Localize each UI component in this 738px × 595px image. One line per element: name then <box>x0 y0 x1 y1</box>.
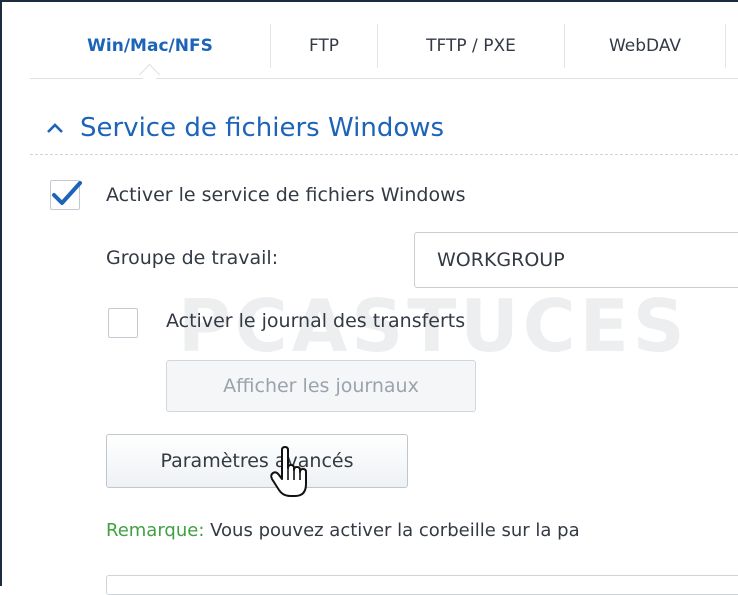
enable-windows-service-checkbox[interactable] <box>50 180 82 210</box>
chevron-up-icon[interactable] <box>46 119 64 138</box>
hand-cursor-icon <box>268 446 312 504</box>
note-text: Remarque: Vous pouvez activer la corbeil… <box>106 520 580 541</box>
transfer-log-checkbox[interactable] <box>108 308 138 338</box>
checkmark-icon <box>52 181 82 205</box>
workgroup-label: Groupe de travail: <box>106 247 279 269</box>
workgroup-value: WORKGROUP <box>437 249 565 271</box>
show-logs-button[interactable]: Afficher les journaux <box>166 360 476 412</box>
section-divider <box>30 154 738 155</box>
advanced-settings-button[interactable]: Paramètres avancés <box>106 434 408 488</box>
note-key: Remarque: <box>106 520 205 541</box>
tab-bar: Win/Mac/NFS FTP TFTP / PXE WebDAV <box>30 14 738 79</box>
enable-windows-service-label: Activer le service de fichiers Windows <box>106 184 466 206</box>
transfer-log-label: Activer le journal des transferts <box>166 310 466 332</box>
tab-ftp[interactable]: FTP <box>271 14 377 78</box>
window-frame <box>0 0 738 586</box>
tab-separator <box>725 24 726 68</box>
workgroup-input[interactable]: WORKGROUP <box>414 232 738 288</box>
tab-tftp-pxe[interactable]: TFTP / PXE <box>378 14 564 78</box>
note-body: Vous pouvez activer la corbeille sur la … <box>204 520 580 541</box>
section-title: Service de fichiers Windows <box>80 113 445 143</box>
tab-webdav[interactable]: WebDAV <box>565 14 725 78</box>
bottom-field <box>106 575 738 595</box>
section-header[interactable]: Service de fichiers Windows <box>46 108 444 148</box>
